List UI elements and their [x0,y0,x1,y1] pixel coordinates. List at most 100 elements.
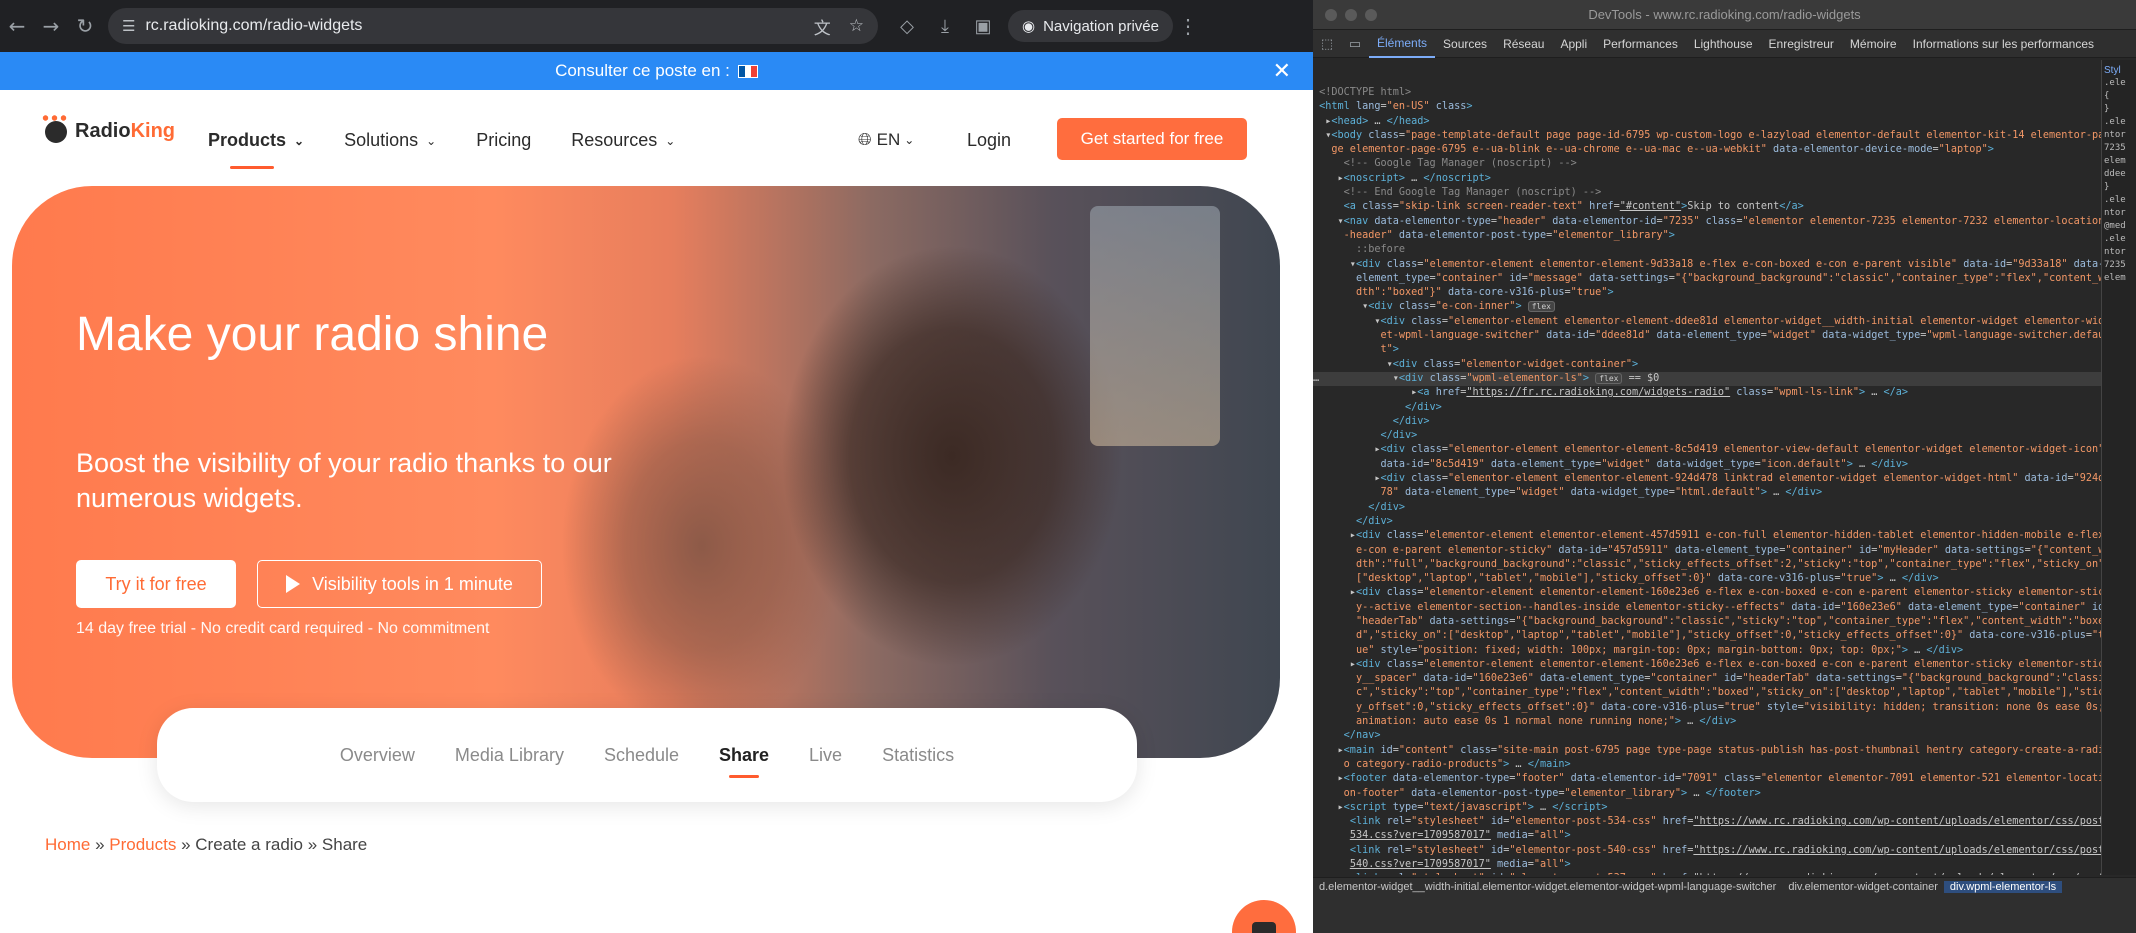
breadcrumb-home[interactable]: Home [45,835,90,854]
dom-line[interactable]: ▾<div class="e-con-inner"> flex [1313,300,2101,314]
dom-line[interactable]: 78" data-element_type="widget" data-widg… [1313,486,2101,500]
dom-line[interactable]: 534.css?ver=1709587017" media="all"> [1313,829,2101,843]
dom-line[interactable]: </div> [1313,429,2101,443]
dom-line[interactable]: ▸<noscript> … </noscript> [1313,172,2101,186]
dom-breadcrumb-item[interactable]: div.elementor-widget-container [1782,881,1944,893]
dom-line[interactable]: ge elementor-page-6795 e--ua-blink e--ua… [1313,143,2101,157]
dom-line[interactable]: ▸<div class="elementor-element elementor… [1313,586,2101,600]
devtools-tab-memory[interactable]: Mémoire [1842,30,1905,58]
dom-line[interactable]: ▸<div class="elementor-element elementor… [1313,658,2101,672]
devtools-tab-sources[interactable]: Sources [1435,30,1495,58]
language-switcher[interactable]: 🌐︎ EN ⌄ [858,130,914,150]
dom-line[interactable]: </div> [1313,401,2101,415]
menu-item-resources[interactable]: Resources ⌄ [571,130,675,151]
dom-line[interactable]: <!DOCTYPE html> [1313,86,2101,100]
dom-line[interactable]: ▸<div class="elementor-element elementor… [1313,443,2101,457]
dom-line[interactable]: e-con e-parent elementor-sticky" data-id… [1313,544,2101,558]
tab-overview[interactable]: Overview [340,745,415,766]
dom-line[interactable]: y--active elementor-section--handles-ins… [1313,601,2101,615]
dom-line[interactable]: </div> [1313,501,2101,515]
close-icon[interactable]: ✕ [1273,58,1291,84]
incognito-badge[interactable]: ◉ Navigation privée [1008,10,1173,42]
menu-item-pricing[interactable]: Pricing [476,130,531,151]
dom-line[interactable]: </nav> [1313,729,2101,743]
dom-line[interactable]: ▸<div class="elementor-element elementor… [1313,472,2101,486]
inspect-icon[interactable]: ⬚ [1313,36,1341,52]
bookmark-star-icon[interactable]: ☆ [849,16,864,36]
translate-icon[interactable]: 文 [814,14,831,39]
back-icon[interactable]: ← [0,14,34,38]
styles-tab[interactable]: Styl [2104,64,2134,77]
download-icon[interactable]: ⤓ [926,16,964,37]
dom-line[interactable]: dth":"boxed"}" data-core-v316-plus="true… [1313,286,2101,300]
dom-line[interactable]: <a class="skip-link screen-reader-text" … [1313,200,2101,214]
dom-line[interactable]: dth":"full","background_background":"cla… [1313,558,2101,572]
reload-icon[interactable]: ↻ [68,14,102,38]
dom-line[interactable]: ▾<div class="elementor-element elementor… [1313,315,2101,329]
tab-media-library[interactable]: Media Library [455,745,564,766]
dom-line[interactable]: d","sticky_on":["desktop","laptop","tabl… [1313,629,2101,643]
devtools-tab-performance[interactable]: Performances [1595,30,1686,58]
devtools-tab-performance-insights[interactable]: Informations sur les performances [1905,30,2102,58]
dom-line[interactable]: </div> [1313,515,2101,529]
dom-tree[interactable]: <!DOCTYPE html> <html lang="en-US" class… [1313,60,2101,875]
try-free-button[interactable]: Try it for free [76,560,236,608]
dom-line[interactable]: <!-- End Google Tag Manager (noscript) -… [1313,186,2101,200]
menu-item-solutions[interactable]: Solutions ⌄ [344,130,436,151]
tab-statistics[interactable]: Statistics [882,745,954,766]
dom-line[interactable]: </div> [1313,415,2101,429]
dom-line[interactable]: y_offset":0,"sticky_effects_offset":0}" … [1313,701,2101,715]
address-bar[interactable]: ☰ rc.radioking.com/radio-widgets 文 ☆ [108,8,878,44]
dom-line[interactable]: <link rel="stylesheet" id="elementor-pos… [1313,844,2101,858]
dom-line[interactable]: animation: auto ease 0s 1 normal none ru… [1313,715,2101,729]
dom-line[interactable]: ▸<head> … </head> [1313,115,2101,129]
devtools-tab-application[interactable]: Appli [1552,30,1595,58]
devtools-tab-lighthouse[interactable]: Lighthouse [1686,30,1761,58]
dom-line[interactable]: ▸<main id="content" class="site-main pos… [1313,744,2101,758]
video-button[interactable]: Visibility tools in 1 minute [257,560,542,608]
dom-line[interactable]: et-wpml-language-switcher" data-id="ddee… [1313,329,2101,343]
menu-item-products[interactable]: Products ⌄ [208,130,304,169]
device-toolbar-icon[interactable]: ▭ [1341,36,1369,52]
devtools-tab-elements[interactable]: Éléments [1369,30,1436,58]
styles-pane[interactable]: Styl .ele{} .ele ntor 7235 elem ddee} .ele ntor… [2101,60,2136,875]
dom-line[interactable]: ▸<script type="text/javascript"> … </scr… [1313,801,2101,815]
dom-line[interactable]: -header" data-elementor-post-type="eleme… [1313,229,2101,243]
devtools-tab-network[interactable]: Réseau [1495,30,1552,58]
dom-line[interactable]: t"> [1313,343,2101,357]
side-panel-icon[interactable]: ▣ [964,16,1002,37]
tab-share[interactable]: Share [719,745,769,778]
dom-line[interactable]: y__spacer" data-id="160e23e6" data-eleme… [1313,672,2101,686]
breadcrumb-products[interactable]: Products [109,835,176,854]
dom-line[interactable]: on-footer" data-elementor-post-type="ele… [1313,787,2101,801]
tab-live[interactable]: Live [809,745,842,766]
dom-line[interactable]: ▾<div class="elementor-element elementor… [1313,258,2101,272]
dom-line[interactable]: ["desktop","laptop","tablet","mobile"],"… [1313,572,2101,586]
dom-line[interactable]: element_type="container" id="message" da… [1313,272,2101,286]
radioking-logo[interactable]: Radio King [41,112,175,143]
get-started-button[interactable]: Get started for free [1057,118,1247,160]
dom-line[interactable]: ▾<nav data-elementor-type="header" data-… [1313,215,2101,229]
dom-line[interactable]: ▾<div class="elementor-widget-container"… [1313,358,2101,372]
dom-line[interactable]: ▸<a href="https://fr.rc.radioking.com/wi… [1313,386,2101,400]
site-info-icon[interactable]: ☰ [122,17,135,35]
dom-line[interactable]: 540.css?ver=1709587017" media="all"> [1313,858,2101,872]
forward-icon[interactable]: → [34,14,68,38]
dom-line[interactable]: ue" style="position: fixed; width: 100px… [1313,644,2101,658]
dom-line[interactable]: <!-- Google Tag Manager (noscript) --> [1313,157,2101,171]
tab-schedule[interactable]: Schedule [604,745,679,766]
dom-line[interactable]: c","sticky":"top","container_type":"flex… [1313,686,2101,700]
dom-line[interactable]: ▾<body class="page-template-default page… [1313,129,2101,143]
dom-line[interactable]: <link rel="stylesheet" id="elementor-pos… [1313,872,2101,875]
dom-line[interactable]: <link rel="stylesheet" id="elementor-pos… [1313,815,2101,829]
login-link[interactable]: Login [967,130,1011,151]
dom-breadcrumb-item-active[interactable]: div.wpml-elementor-ls [1943,881,2063,893]
french-flag-icon[interactable] [737,64,758,78]
dom-line[interactable]: ▸<footer data-elementor-type="footer" da… [1313,772,2101,786]
dom-line-selected[interactable]: … ▾<div class="wpml-elementor-ls"> flex … [1313,371,2101,387]
dom-line[interactable]: "headerTab" data-settings="{"background_… [1313,615,2101,629]
extensions-icon[interactable]: ◇ [888,16,926,37]
dom-line[interactable]: o category-radio-products"> … </main> [1313,758,2101,772]
dom-line[interactable]: ::before [1313,243,2101,257]
browser-menu-icon[interactable]: ⋮ [1173,14,1203,39]
